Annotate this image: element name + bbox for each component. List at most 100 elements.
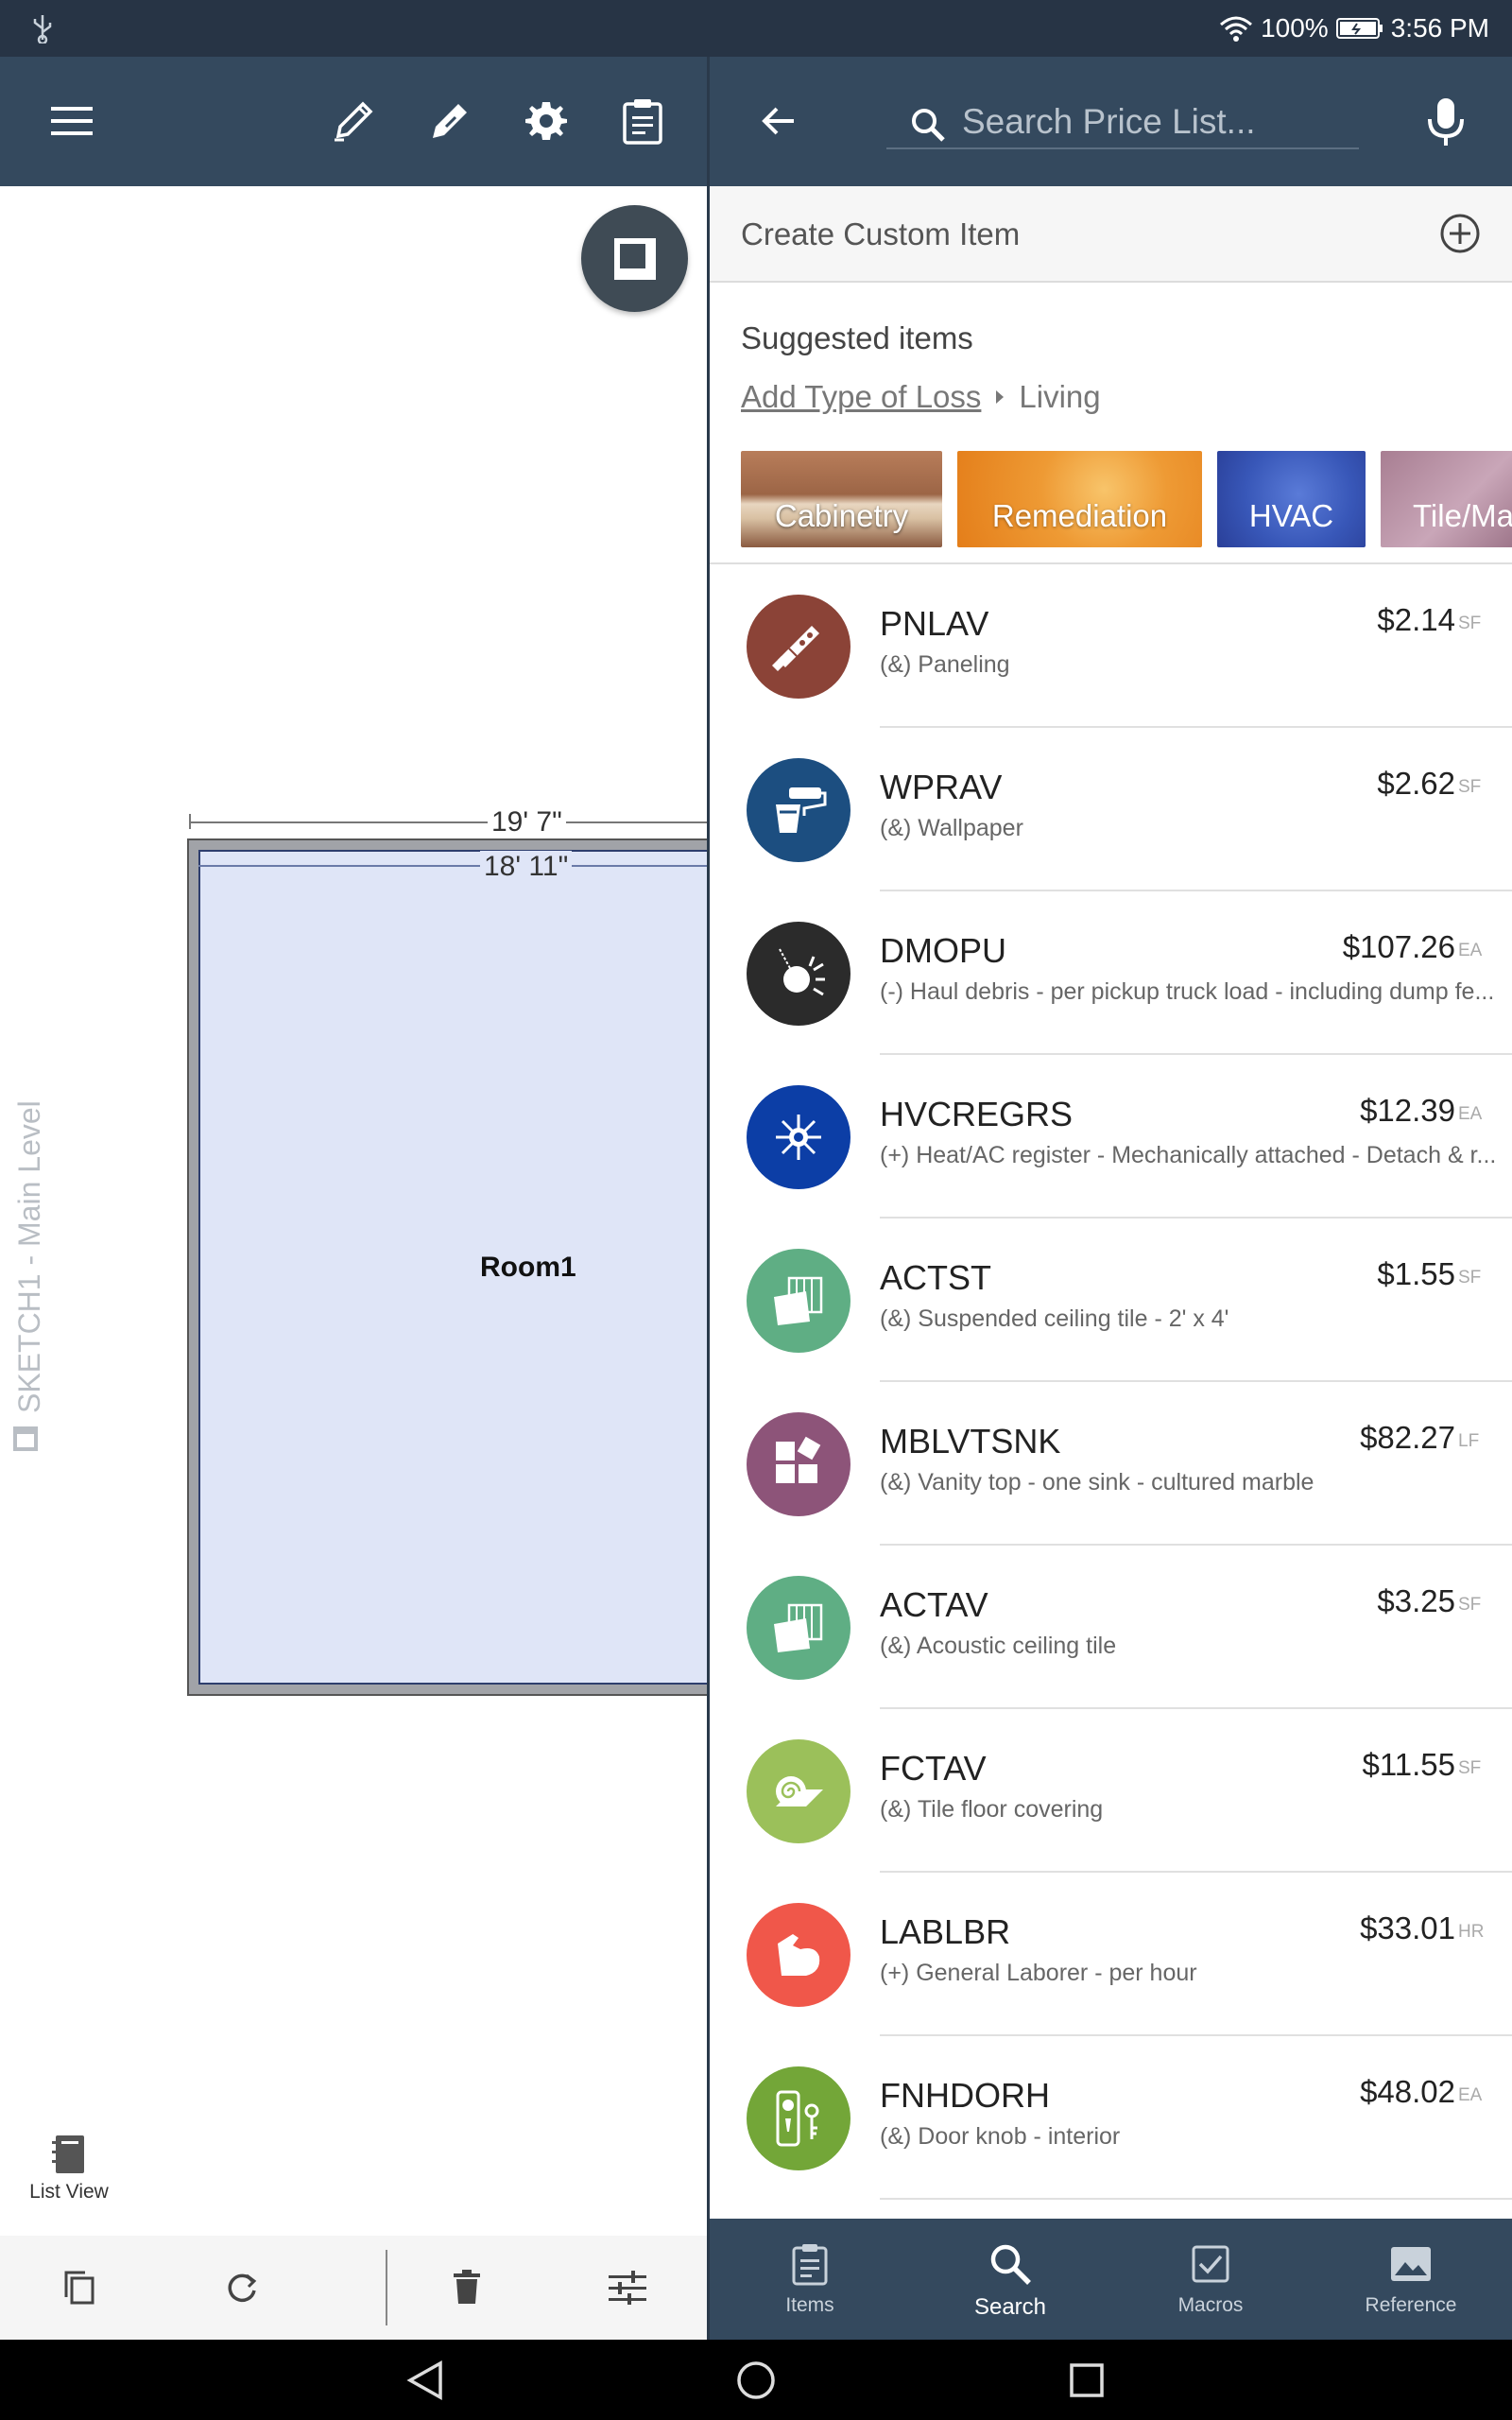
nav-macros[interactable]: Macros (1110, 2219, 1311, 2340)
bottom-navigation: Items Search Macros Reference (710, 2219, 1512, 2340)
item-unit: EA (1458, 2085, 1483, 2105)
price-item-row[interactable]: FCTAV (&) Tile floor covering $11.55 SF (710, 1709, 1512, 1873)
list-view-button[interactable]: List View (26, 2134, 112, 2204)
item-unit: SF (1458, 777, 1482, 797)
item-code: ACTAV (880, 1585, 988, 1624)
room-floor[interactable] (198, 850, 707, 1685)
category-chip-hvac[interactable]: HVAC (1217, 451, 1366, 547)
saw-icon (747, 595, 850, 699)
status-bar: 100% 3:56 PM (0, 0, 1512, 57)
list-view-label: List View (29, 2181, 109, 2203)
system-navigation-bar (0, 2340, 1512, 2420)
nav-items[interactable]: Items (710, 2219, 910, 2340)
item-unit: LF (1458, 1431, 1480, 1451)
price-item-row[interactable]: DMOPU (-) Haul debris - per pickup truck … (710, 891, 1512, 1055)
item-description: (&) Wallpaper (880, 815, 1023, 841)
item-description: (&) Acoustic ceiling tile (880, 1633, 1117, 1659)
price-list-panel: Create Custom Item Suggested items Add T… (710, 186, 1512, 2219)
room-name[interactable]: Room1 (480, 1252, 576, 1284)
notebook-icon (50, 2134, 88, 2175)
breadcrumb-current: Living (1019, 379, 1101, 414)
item-code: FCTAV (880, 1749, 987, 1788)
search-icon (986, 2239, 1035, 2289)
home-circle-icon[interactable] (734, 2359, 778, 2402)
room-wall[interactable] (187, 838, 707, 1696)
breadcrumb: Add Type of Loss Living (741, 379, 1101, 415)
usb-icon (28, 13, 57, 43)
sketch-toolbar (0, 57, 707, 186)
price-item-row[interactable]: WPRAV (&) Wallpaper $2.62 SF (710, 728, 1512, 891)
item-price: $1.55 (1377, 1256, 1455, 1291)
pencil-edit-icon[interactable] (420, 91, 480, 151)
item-description: (+) Heat/AC register - Mechanically atta… (880, 1142, 1497, 1168)
pencil-draw-icon[interactable] (323, 91, 384, 151)
sliders-icon[interactable] (609, 2269, 646, 2307)
sun-snowflake-icon (747, 1085, 850, 1189)
nav-search[interactable]: Search (910, 2219, 1110, 2340)
recents-square-icon[interactable] (1065, 2359, 1108, 2402)
row-divider (880, 2198, 1512, 2200)
back-triangle-icon[interactable] (404, 2359, 447, 2402)
menu-icon[interactable] (42, 91, 102, 151)
price-item-row[interactable]: MBLVTSNK (&) Vanity top - one sink - cult… (710, 1382, 1512, 1546)
item-code: HVCREGRS (880, 1095, 1074, 1133)
pane-divider (707, 57, 710, 2340)
toolbar-divider (386, 2250, 387, 2325)
sketch-bottom-tools (0, 2236, 707, 2340)
copy-icon[interactable] (60, 2269, 98, 2307)
category-chip-remediation[interactable]: Remediation (957, 451, 1202, 547)
wifi-icon (1219, 15, 1253, 42)
inner-dimension-line (198, 865, 707, 867)
outer-dimension: 19' 7" (488, 806, 566, 838)
back-arrow-icon[interactable] (756, 98, 801, 144)
item-description: (&) Vanity top - one sink - cultured mar… (880, 1469, 1314, 1495)
microphone-icon[interactable] (1425, 96, 1467, 147)
flexed-arm-icon (747, 1903, 850, 2007)
nav-macros-label: Macros (1177, 2294, 1244, 2316)
inner-dimension: 18' 11" (480, 851, 573, 883)
item-price: $107.26 (1342, 929, 1455, 964)
item-code: WPRAV (880, 768, 1003, 806)
create-custom-item-row[interactable]: Create Custom Item (710, 186, 1512, 283)
breadcrumb-arrow-icon (996, 390, 1005, 404)
item-price: $12.39 (1360, 1093, 1455, 1128)
trash-icon[interactable] (448, 2269, 486, 2307)
price-item-row[interactable]: FNHDORH (&) Door knob - interior $48.02 EA (710, 2036, 1512, 2200)
price-item-row[interactable]: LABLBR (+) General Laborer - per hour $33.… (710, 1873, 1512, 2036)
item-price: $33.01 (1360, 1910, 1455, 1945)
item-unit: SF (1458, 1758, 1482, 1778)
create-custom-item-label: Create Custom Item (741, 216, 1021, 251)
item-price: $11.55 (1362, 1747, 1455, 1782)
clipboard-icon[interactable] (612, 91, 673, 151)
price-item-row[interactable]: PNLAV (&) Paneling $2.14 SF (710, 564, 1512, 728)
search-placeholder: Search Price List... (962, 102, 1256, 141)
nav-items-label: Items (785, 2294, 834, 2316)
price-item-row[interactable]: ACTST (&) Suspended ceiling tile - 2' x 4… (710, 1219, 1512, 1382)
rotate-icon[interactable] (223, 2269, 261, 2307)
search-icon (909, 106, 947, 144)
item-price: $3.25 (1377, 1583, 1455, 1618)
gear-icon[interactable] (516, 91, 576, 151)
item-description: (&) Tile floor covering (880, 1796, 1104, 1823)
item-code: PNLAV (880, 604, 989, 643)
category-chip-tile[interactable]: Tile/Ma (1381, 451, 1512, 547)
category-chip-cabinetry[interactable]: Cabinetry (741, 451, 942, 547)
nav-reference[interactable]: Reference (1311, 2219, 1511, 2340)
price-item-row[interactable]: HVCREGRS (+) Heat/AC register - Mechanica… (710, 1055, 1512, 1219)
nav-reference-label: Reference (1365, 2294, 1457, 2316)
battery-percent: 100% (1261, 13, 1329, 43)
item-price: $48.02 (1360, 2074, 1455, 2109)
search-toolbar: Search Price List... (707, 57, 1512, 186)
item-unit: SF (1458, 1595, 1482, 1615)
ceiling-tile-icon (747, 1576, 850, 1680)
add-type-of-loss-link[interactable]: Add Type of Loss (741, 379, 981, 415)
item-description: (-) Haul debris - per pickup truck load … (880, 978, 1495, 1005)
sketch-canvas[interactable]: SKETCH1 - Main Level 19' 7" 18' 11" Room… (0, 186, 707, 2236)
search-input[interactable]: Search Price List... (886, 95, 1359, 149)
carpet-roll-icon (747, 1739, 850, 1843)
room-tool-button[interactable] (581, 205, 688, 312)
sketch-level-label: SKETCH1 - Main Level (11, 1100, 47, 1453)
add-circle-icon[interactable] (1439, 213, 1481, 254)
item-unit: SF (1458, 1268, 1482, 1288)
price-item-row[interactable]: ACTAV (&) Acoustic ceiling tile $3.25 SF (710, 1546, 1512, 1709)
